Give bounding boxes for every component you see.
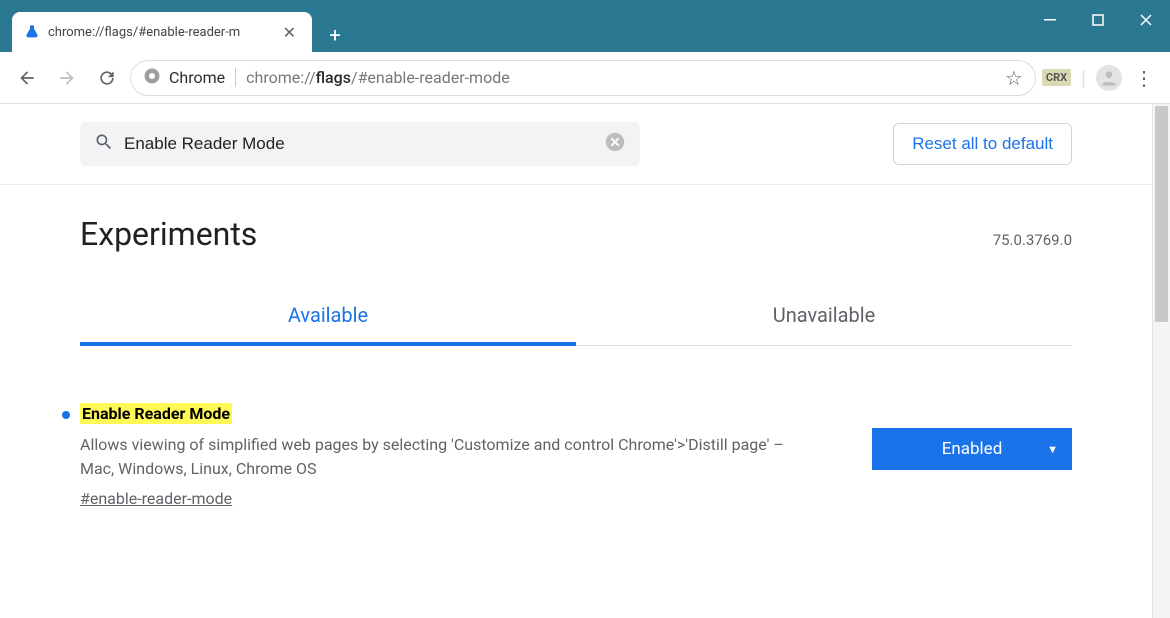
flag-row: Enable Reader Mode Allows viewing of sim… [80, 404, 1072, 508]
tab-strip: chrome://flags/#enable-reader-m ✕ + [0, 0, 352, 52]
origin-chip: Chrome [169, 68, 236, 87]
scrollbar-thumb[interactable] [1155, 106, 1168, 322]
flag-description: Allows viewing of simplified web pages b… [80, 433, 800, 481]
profile-avatar[interactable] [1096, 65, 1122, 91]
flask-icon [24, 24, 40, 40]
content-area: Reset all to default Experiments 75.0.37… [0, 104, 1170, 618]
chrome-icon [143, 67, 161, 89]
flag-state-value: Enabled [942, 439, 1003, 459]
flag-state-select[interactable]: Enabled [872, 428, 1072, 470]
experiments-header: Experiments 75.0.3769.0 [80, 215, 1072, 253]
tab-unavailable[interactable]: Unavailable [576, 289, 1072, 345]
version-label: 75.0.3769.0 [993, 231, 1072, 249]
flags-search-box[interactable] [80, 122, 640, 166]
page-title: Experiments [80, 215, 257, 253]
page-content: Reset all to default Experiments 75.0.37… [0, 104, 1152, 618]
search-input[interactable] [124, 134, 594, 154]
tabs-row: Available Unavailable [80, 289, 1072, 346]
tab-title: chrome://flags/#enable-reader-m [48, 25, 271, 40]
flag-text-block: Enable Reader Mode Allows viewing of sim… [80, 404, 842, 508]
star-icon[interactable]: ☆ [1005, 66, 1023, 90]
minimize-button[interactable] [1026, 0, 1074, 40]
menu-button[interactable]: ⋮ [1128, 66, 1160, 90]
flag-title: Enable Reader Mode [80, 404, 842, 423]
reset-all-button[interactable]: Reset all to default [893, 123, 1072, 165]
extension-badge[interactable]: CRX [1042, 69, 1071, 86]
close-window-button[interactable] [1122, 0, 1170, 40]
search-row: Reset all to default [0, 104, 1152, 185]
flag-anchor-link[interactable]: #enable-reader-mode [80, 489, 232, 508]
close-icon[interactable]: ✕ [279, 23, 300, 42]
vertical-scrollbar[interactable] [1152, 104, 1170, 618]
window-controls [1026, 0, 1170, 52]
modified-indicator-icon [62, 411, 70, 419]
forward-button[interactable] [50, 61, 84, 95]
address-bar[interactable]: Chrome chrome://flags/#enable-reader-mod… [130, 60, 1036, 96]
reload-button[interactable] [90, 61, 124, 95]
page-body: Experiments 75.0.3769.0 Available Unavai… [0, 185, 1152, 508]
back-button[interactable] [10, 61, 44, 95]
titlebar: chrome://flags/#enable-reader-m ✕ + [0, 0, 1170, 52]
browser-tab[interactable]: chrome://flags/#enable-reader-m ✕ [12, 12, 312, 52]
url-text: chrome://flags/#enable-reader-mode [246, 68, 510, 87]
search-icon [94, 132, 114, 156]
maximize-button[interactable] [1074, 0, 1122, 40]
new-tab-button[interactable]: + [318, 18, 352, 52]
toolbar: Chrome chrome://flags/#enable-reader-mod… [0, 52, 1170, 104]
tab-available[interactable]: Available [80, 289, 576, 345]
browser-window: chrome://flags/#enable-reader-m ✕ + [0, 0, 1170, 618]
clear-search-icon[interactable] [604, 131, 626, 157]
toolbar-divider: | [1077, 66, 1090, 90]
